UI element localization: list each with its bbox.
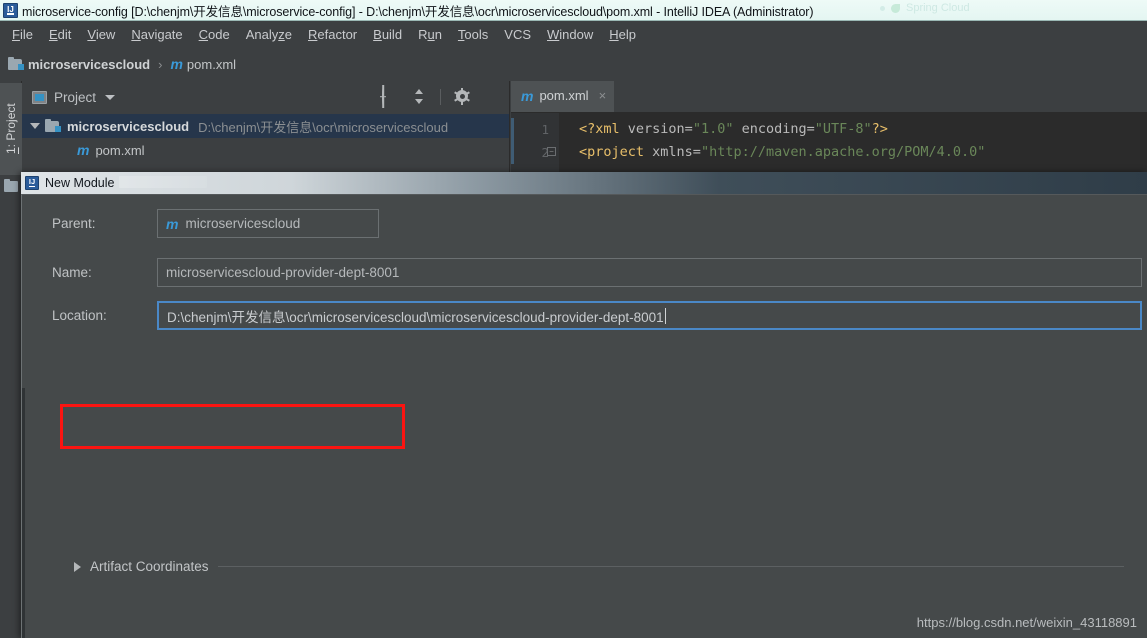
project-panel-toolbar bbox=[380, 87, 501, 106]
code-token-attr: version= bbox=[627, 121, 693, 137]
location-field-label: Location: bbox=[52, 308, 107, 323]
watermark: https://blog.csdn.net/weixin_43118891 bbox=[916, 615, 1137, 630]
intellij-idea-icon bbox=[3, 2, 18, 18]
text-caret bbox=[664, 307, 666, 324]
chevron-right-icon[interactable] bbox=[74, 561, 81, 572]
code-token-attr: encoding= bbox=[733, 121, 815, 137]
name-input-value: microservicescloud-provider-dept-8001 bbox=[166, 265, 400, 280]
dialog-titlebar: New Module bbox=[21, 172, 1147, 194]
breadcrumb-item-file[interactable]: pom.xml bbox=[187, 57, 236, 72]
chevron-down-icon[interactable] bbox=[30, 123, 40, 129]
menu-file[interactable]: File bbox=[4, 25, 41, 44]
maven-m-icon: m bbox=[77, 142, 90, 158]
editor-tabstrip: m pom.xml × bbox=[511, 81, 1147, 113]
editor-tab-pom-xml[interactable]: m pom.xml × bbox=[511, 81, 615, 112]
window-titlebar: microservice-config [D:\chenjm\开发信息\micr… bbox=[0, 0, 1147, 21]
code-token-tag: ?> bbox=[871, 121, 888, 137]
gear-icon[interactable] bbox=[453, 87, 471, 106]
menu-build[interactable]: Build bbox=[365, 25, 410, 44]
intellij-idea-window: microservice-config [D:\chenjm\开发信息\micr… bbox=[0, 0, 1147, 638]
artifact-coordinates-label: Artifact Coordinates bbox=[90, 559, 209, 574]
module-icon bbox=[45, 119, 61, 133]
menu-tools[interactable]: Tools bbox=[450, 25, 496, 44]
breadcrumb: microservicescloud › m pom.xml bbox=[0, 47, 1147, 81]
menu-edit[interactable]: Edit bbox=[41, 25, 79, 44]
collapse-all-icon[interactable] bbox=[410, 88, 428, 106]
maven-m-icon: m bbox=[521, 87, 534, 104]
code-token-value: "1.0" bbox=[692, 121, 734, 137]
tree-node-label: microservicescloud bbox=[67, 118, 190, 134]
window-title: microservice-config [D:\chenjm\开发信息\micr… bbox=[22, 4, 814, 19]
intellij-idea-icon bbox=[25, 176, 39, 190]
titlebar-ghost-artifact: Spring Cloud bbox=[880, 2, 970, 14]
menu-window[interactable]: Window bbox=[539, 25, 601, 44]
name-input[interactable]: microservicescloud-provider-dept-8001 bbox=[157, 258, 1142, 287]
menu-run[interactable]: Run bbox=[410, 25, 450, 44]
project-view-selector[interactable]: Project bbox=[32, 89, 116, 105]
code-token-tag: <project bbox=[579, 144, 653, 160]
highlight-annotation-parent bbox=[60, 404, 405, 449]
chevron-down-icon[interactable] bbox=[105, 94, 116, 100]
parent-field[interactable]: m microservicescloud bbox=[157, 209, 379, 238]
tree-node-microservicescloud[interactable]: microservicescloud D:\chenjm\开发信息\ocr\mi… bbox=[22, 114, 509, 138]
code-token-value: "UTF-8" bbox=[814, 121, 872, 137]
menu-navigate[interactable]: Navigate bbox=[123, 25, 190, 44]
locate-icon[interactable] bbox=[380, 87, 398, 106]
menu-view[interactable]: View bbox=[79, 25, 123, 44]
maven-m-icon: m bbox=[170, 56, 183, 72]
location-input[interactable]: D:\chenjm\开发信息\ocr\microservicescloud\mi… bbox=[157, 301, 1142, 330]
project-panel-title: Project bbox=[54, 89, 97, 105]
menu-vcs[interactable]: VCS bbox=[496, 25, 539, 44]
module-icon bbox=[8, 57, 24, 71]
editor-tab-label: pom.xml bbox=[539, 88, 589, 103]
menu-analyze[interactable]: Analyze bbox=[238, 25, 300, 44]
menu-refactor[interactable]: Refactor bbox=[300, 25, 365, 44]
titlebar-ghost-text: Spring Cloud bbox=[906, 2, 970, 14]
code-token-attr: xmlns= bbox=[652, 144, 701, 160]
code-fold-icon[interactable]: − bbox=[547, 147, 556, 156]
field-row-location: Location: D:\chenjm\开发信息\ocr\microservic… bbox=[22, 301, 1147, 330]
menu-help[interactable]: Help bbox=[601, 25, 644, 44]
code-token-tag: <?xml bbox=[579, 121, 628, 137]
toolbar-divider bbox=[440, 89, 441, 105]
code-token-value: "http://maven.apache.org/POM/4.0.0" bbox=[700, 144, 986, 160]
breadcrumb-item-module[interactable]: microservicescloud bbox=[28, 57, 150, 72]
ghost-dot-icon bbox=[880, 5, 885, 11]
dialog-titlebar-ghost bbox=[119, 176, 207, 188]
tree-node-path: D:\chenjm\开发信息\ocr\microservicescloud bbox=[198, 119, 449, 135]
name-field-label: Name: bbox=[52, 265, 92, 280]
section-divider bbox=[217, 566, 1124, 567]
code-line-1: <?xml version="1.0" encoding="UTF-8"?> bbox=[579, 118, 985, 141]
menu-code[interactable]: Code bbox=[191, 25, 238, 44]
new-module-dialog: New Module Parent: m microservicescloud … bbox=[21, 172, 1147, 638]
breadcrumb-separator: › bbox=[158, 56, 163, 72]
gutter-change-marker bbox=[511, 118, 514, 164]
dialog-body: Parent: m microservicescloud Name: micro… bbox=[21, 194, 1147, 638]
tree-node-label: pom.xml bbox=[95, 142, 145, 158]
project-tree: microservicescloud D:\chenjm\开发信息\ocr\mi… bbox=[22, 113, 509, 162]
maven-m-icon: m bbox=[166, 215, 179, 232]
project-panel-header: Project bbox=[22, 81, 509, 113]
sidebar-item-project[interactable]: 1: Project bbox=[0, 83, 22, 175]
project-icon bbox=[32, 90, 47, 104]
menubar: File Edit View Navigate Code Analyze Ref… bbox=[0, 21, 1147, 47]
location-input-value: D:\chenjm\开发信息\ocr\microservicescloud\mi… bbox=[167, 309, 664, 325]
minimize-icon[interactable] bbox=[483, 88, 501, 106]
field-row-name: Name: microservicescloud-provider-dept-8… bbox=[22, 258, 1147, 287]
folder-icon[interactable] bbox=[4, 179, 18, 192]
spring-leaf-icon bbox=[891, 3, 900, 13]
dialog-title: New Module bbox=[45, 176, 115, 190]
artifact-coordinates-section[interactable]: Artifact Coordinates bbox=[74, 559, 1124, 574]
close-icon[interactable]: × bbox=[599, 89, 607, 102]
tree-node-pom-xml[interactable]: m pom.xml bbox=[22, 138, 509, 162]
line-number: 1 bbox=[541, 122, 549, 137]
code-line-2: <project xmlns="http://maven.apache.org/… bbox=[579, 141, 985, 164]
parent-field-value: microservicescloud bbox=[185, 216, 301, 231]
field-row-parent: Parent: m microservicescloud bbox=[22, 209, 1147, 238]
parent-field-label: Parent: bbox=[52, 216, 96, 231]
tool-window-stripe-left: 1: Project bbox=[0, 81, 22, 638]
